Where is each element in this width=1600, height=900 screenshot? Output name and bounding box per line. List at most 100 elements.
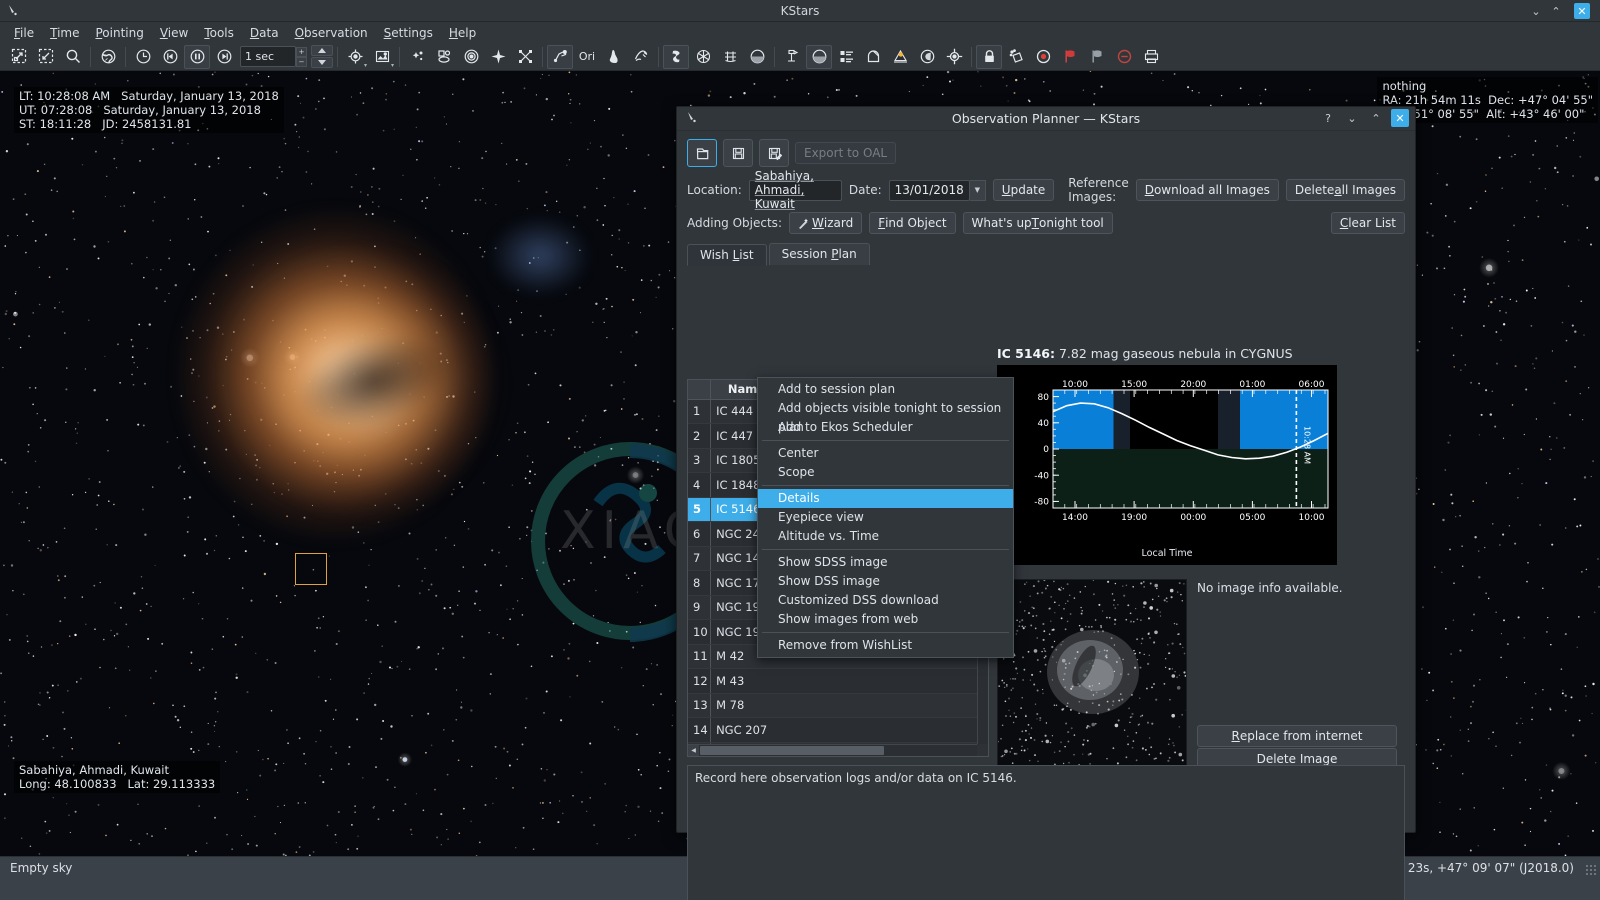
sky-image-icon[interactable]: ▾ <box>369 45 395 69</box>
whats-up-tonight-button[interactable]: What's up Tonight tool <box>963 212 1113 234</box>
context-menu-item[interactable]: Details <box>758 489 1013 508</box>
context-menu-item[interactable]: Show images from web <box>758 610 1013 629</box>
menu-tools[interactable]: Tools <box>196 24 242 42</box>
pause-playback-icon[interactable] <box>184 45 210 69</box>
export-to-oal-button[interactable]: Export to OAL <box>795 142 896 164</box>
chevron-down-icon[interactable]: ▾ <box>364 62 367 69</box>
row-name[interactable]: NGC 207 <box>711 718 783 743</box>
time-step-decrease-icon[interactable]: − <box>296 57 307 67</box>
save-wishlist-button[interactable] <box>723 139 753 167</box>
context-menu-item[interactable]: Altitude vs. Time <box>758 527 1013 546</box>
find-object-button[interactable]: Find Object <box>869 212 955 234</box>
constellation-names-icon[interactable]: Ori <box>574 45 600 69</box>
print-icon[interactable] <box>1138 45 1164 69</box>
clear-list-button[interactable]: Clear List <box>1331 212 1405 234</box>
menu-file[interactable]: FFileile <box>6 24 42 42</box>
save-wishlist-as-button[interactable] <box>759 139 789 167</box>
context-menu-item[interactable]: Show DSS image <box>758 572 1013 591</box>
toggle-deep-sky-icon[interactable] <box>431 45 457 69</box>
geographic-location-icon[interactable] <box>95 45 121 69</box>
menu-time[interactable]: Time <box>42 24 87 42</box>
context-menu-item[interactable]: Add to session plan <box>758 380 1013 399</box>
menu-pointing[interactable]: Pointing <box>87 24 151 42</box>
window-minimize-button[interactable]: ⌄ <box>1528 3 1544 19</box>
table-horizontal-scrollbar[interactable]: ◀ <box>688 744 977 756</box>
menu-help[interactable]: Help <box>441 24 484 42</box>
opaque-ground-icon[interactable] <box>744 45 770 69</box>
context-menu-item[interactable]: Add to Ekos Scheduler <box>758 418 1013 437</box>
row-alternate-name[interactable] <box>782 669 907 694</box>
download-all-images-button[interactable]: Download all Images <box>1136 179 1279 201</box>
menu-data[interactable]: Data <box>242 24 287 42</box>
time-step-spinner[interactable]: + − <box>296 47 307 67</box>
toggle-satellites-icon[interactable] <box>512 45 538 69</box>
stop-icon[interactable] <box>1111 45 1137 69</box>
milky-way-icon[interactable] <box>663 45 689 69</box>
row-ra[interactable] <box>907 669 987 694</box>
time-step-increase-icon[interactable]: + <box>296 47 307 57</box>
search-icon[interactable] <box>60 45 86 69</box>
table-row[interactable]: 13M 78 <box>688 693 988 718</box>
time-step-unit-spinner[interactable] <box>311 45 333 68</box>
sky-calendar-icon[interactable] <box>887 45 913 69</box>
toggle-stars-icon[interactable] <box>404 45 430 69</box>
zoom-to-fit-icon[interactable] <box>6 45 32 69</box>
row-ra[interactable] <box>907 693 987 718</box>
lock-icon[interactable] <box>976 45 1002 69</box>
window-resize-grip[interactable] <box>1585 864 1597 876</box>
dialog-help-button[interactable]: ? <box>1319 109 1337 127</box>
center-crosshair-icon[interactable] <box>941 45 967 69</box>
context-menu-item[interactable]: Remove from WishList <box>758 636 1013 655</box>
table-row[interactable]: 12M 43 <box>688 669 988 694</box>
altitude-vs-time-chart[interactable]: 80400-40-8010:0015:0020:0001:0006:0014:0… <box>997 365 1337 565</box>
tab-session-plan[interactable]: Session Plan <box>769 243 870 265</box>
wizard-button[interactable]: Wizard <box>789 212 862 234</box>
zoom-out-region-icon[interactable] <box>33 45 59 69</box>
observatory-dome-icon[interactable] <box>860 45 886 69</box>
context-menu-item[interactable]: Customized DSS download <box>758 591 1013 610</box>
object-reference-image[interactable] <box>997 579 1187 767</box>
coordinate-grid-icon[interactable]: ▾ <box>342 45 368 69</box>
row-name[interactable]: M 43 <box>711 669 783 694</box>
set-time-clock-icon[interactable] <box>130 45 156 69</box>
window-maximize-button[interactable]: ⌃ <box>1548 3 1564 19</box>
constellation-boundaries-icon[interactable] <box>628 45 654 69</box>
time-step-unit-up-icon[interactable] <box>311 45 333 56</box>
replace-from-internet-button[interactable]: Replace from internet <box>1197 725 1397 747</box>
row-alternate-name[interactable] <box>782 693 907 718</box>
dialog-close-button[interactable]: ✕ <box>1391 109 1409 127</box>
dialog-minimize-button[interactable]: ⌄ <box>1343 109 1361 127</box>
delete-all-images-button[interactable]: Delete all Images <box>1286 179 1405 201</box>
step-forward-icon[interactable] <box>211 45 237 69</box>
time-step-unit-down-icon[interactable] <box>311 57 333 68</box>
table-row[interactable]: 14NGC 207 <box>688 718 988 743</box>
context-menu-item[interactable]: Center <box>758 444 1013 463</box>
ekos-icon[interactable] <box>779 45 805 69</box>
context-menu-item[interactable]: Eyepiece view <box>758 508 1013 527</box>
context-menu-item[interactable]: Scope <box>758 463 1013 482</box>
date-combo[interactable]: 13/01/2018 ▼ <box>889 180 986 201</box>
window-close-button[interactable]: ✕ <box>1574 3 1590 19</box>
row-name[interactable]: M 78 <box>711 693 783 718</box>
observation-list-icon[interactable] <box>833 45 859 69</box>
tab-wish-list[interactable]: Wish List <box>687 244 767 266</box>
time-step-field[interactable]: 1 sec <box>240 46 296 67</box>
what-is-interesting-icon[interactable] <box>914 45 940 69</box>
red-flag-icon[interactable] <box>1057 45 1083 69</box>
toggle-planets-icon[interactable] <box>458 45 484 69</box>
open-wishlist-button[interactable] <box>687 139 717 167</box>
date-field[interactable]: 13/01/2018 <box>889 180 970 201</box>
row-alternate-name[interactable] <box>782 718 907 743</box>
constellation-art-icon[interactable] <box>601 45 627 69</box>
chevron-down-icon[interactable]: ▼ <box>970 180 986 201</box>
capture-icon[interactable] <box>1030 45 1056 69</box>
menu-observation[interactable]: Observation <box>287 24 376 42</box>
opaque-ground-toggle-icon[interactable] <box>806 45 832 69</box>
context-menu-item[interactable]: Add objects visible tonight to session p… <box>758 399 1013 418</box>
update-button[interactable]: Update <box>993 179 1054 201</box>
scroll-left-icon[interactable]: ◀ <box>688 745 699 756</box>
horizontal-scroll-thumb[interactable] <box>700 746 884 755</box>
menu-view[interactable]: View <box>152 24 196 42</box>
constellation-lines-icon[interactable] <box>547 45 573 69</box>
menu-settings[interactable]: Settings <box>376 24 441 42</box>
